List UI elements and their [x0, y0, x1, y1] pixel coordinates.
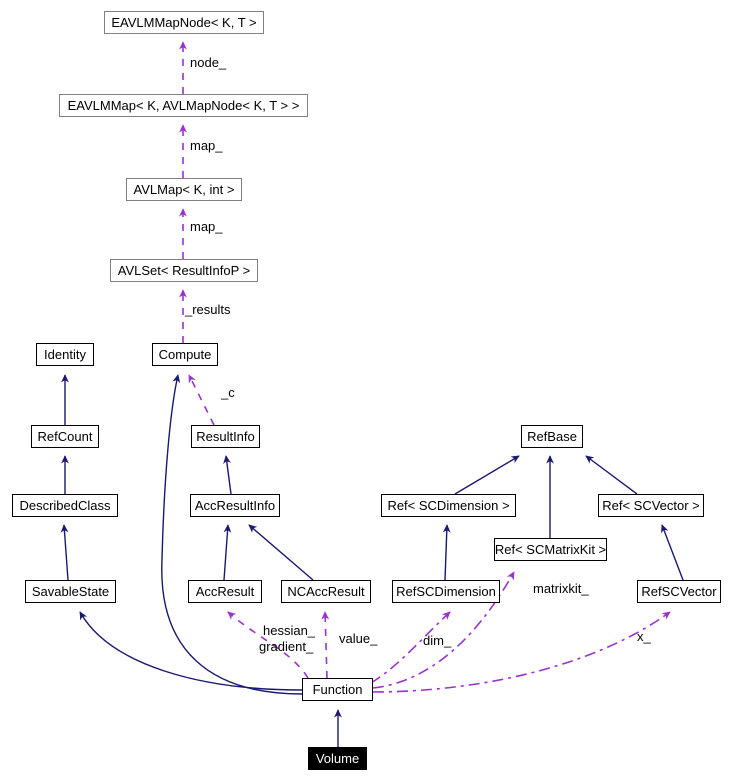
node-resultinfo[interactable]: ResultInfo — [191, 425, 260, 448]
edge-refscvector-to-refscvector-t — [661, 524, 684, 581]
node-label: NCAccResult — [287, 584, 365, 599]
edge-accresult-to-accresultinfo — [223, 524, 232, 581]
class-collaboration-diagram: EAVLMMapNode< K, T > EAVLMMap< K, AVLMap… — [0, 0, 732, 782]
node-label: Function — [312, 682, 363, 697]
node-label: RefCount — [37, 429, 93, 444]
node-compute[interactable]: Compute — [152, 343, 218, 366]
node-label: Volume — [315, 751, 360, 766]
node-label: RefBase — [527, 429, 577, 444]
node-refcount[interactable]: RefCount — [31, 425, 99, 448]
node-label: AccResultInfo — [194, 498, 276, 513]
node-ncaccresult[interactable]: NCAccResult — [281, 580, 371, 603]
node-identity[interactable]: Identity — [36, 343, 94, 366]
node-label: ResultInfo — [196, 429, 255, 444]
node-eavlmmapnode[interactable]: EAVLMMapNode< K, T > — [104, 11, 264, 34]
edge-label-results: _results — [185, 302, 231, 317]
node-label: RefSCDimension — [396, 584, 496, 599]
edge-label-map-1: map_ — [190, 138, 223, 153]
node-refbase[interactable]: RefBase — [521, 425, 583, 448]
node-label: Compute — [158, 347, 212, 362]
edge-layer — [60, 41, 684, 747]
node-ref-scdimension[interactable]: Ref< SCDimension > — [381, 494, 516, 517]
edge-label-x: x_ — [637, 629, 651, 644]
edge-label-value: value_ — [339, 631, 378, 646]
node-ref-scvector[interactable]: Ref< SCVector > — [598, 494, 704, 517]
edge-label-gradient: gradient_ — [259, 639, 314, 654]
node-describedclass[interactable]: DescribedClass — [12, 494, 118, 517]
node-label: SavableState — [31, 584, 110, 599]
edge-resultinfo-to-compute — [188, 374, 215, 426]
node-eavlmmap[interactable]: EAVLMMap< K, AVLMapNode< K, T > > — [59, 94, 308, 117]
edge-label-map-2: map_ — [190, 219, 223, 234]
node-label: Identity — [44, 347, 86, 362]
node-label: Ref< SCDimension > — [387, 498, 510, 513]
node-label: Ref< SCVector > — [602, 498, 700, 513]
edge-function-to-refscvector — [372, 611, 671, 693]
node-label: AVLMap< K, int > — [133, 182, 235, 197]
node-ref-scmatrixkit[interactable]: Ref< SCMatrixKit > — [494, 538, 607, 561]
edge-refscdimension-to-refscdimension-t — [442, 524, 451, 581]
edge-label-c: _c — [221, 385, 235, 400]
node-accresultinfo[interactable]: AccResultInfo — [190, 494, 280, 517]
edge-accresultinfo-to-resultinfo — [223, 455, 232, 495]
node-label: AVLSet< ResultInfoP > — [117, 263, 251, 278]
node-label: AccResult — [195, 584, 255, 599]
node-avlset[interactable]: AVLSet< ResultInfoP > — [110, 259, 258, 282]
edge-label-hessian: hessian_ — [263, 623, 316, 638]
node-avlmap[interactable]: AVLMap< K, int > — [126, 178, 242, 201]
edge-label-matrixkit: matrixkit_ — [533, 581, 589, 596]
edge-label-node: node_ — [190, 55, 227, 70]
node-accresult[interactable]: AccResult — [188, 580, 262, 603]
edge-function-to-ncaccresult — [321, 611, 330, 679]
edge-refscdimension-t-to-refbase — [454, 455, 520, 495]
node-label: Ref< SCMatrixKit > — [494, 542, 607, 557]
node-label: RefSCVector — [641, 584, 717, 599]
node-label: EAVLMMap< K, AVLMapNode< K, T > > — [67, 98, 300, 113]
node-function[interactable]: Function — [302, 678, 373, 701]
edge-refscvector-t-to-refbase — [585, 455, 638, 495]
node-volume[interactable]: Volume — [308, 747, 367, 770]
edge-ncaccresult-to-accresultinfo — [248, 524, 314, 581]
node-label: DescribedClass — [19, 498, 111, 513]
node-refscdimension[interactable]: RefSCDimension — [392, 580, 500, 603]
edge-savablestate-to-describedclass — [60, 524, 69, 581]
edge-label-dim: dim_ — [423, 633, 452, 648]
node-savablestate[interactable]: SavableState — [25, 580, 116, 603]
node-label: EAVLMMapNode< K, T > — [111, 15, 257, 30]
node-refscvector[interactable]: RefSCVector — [637, 580, 721, 603]
